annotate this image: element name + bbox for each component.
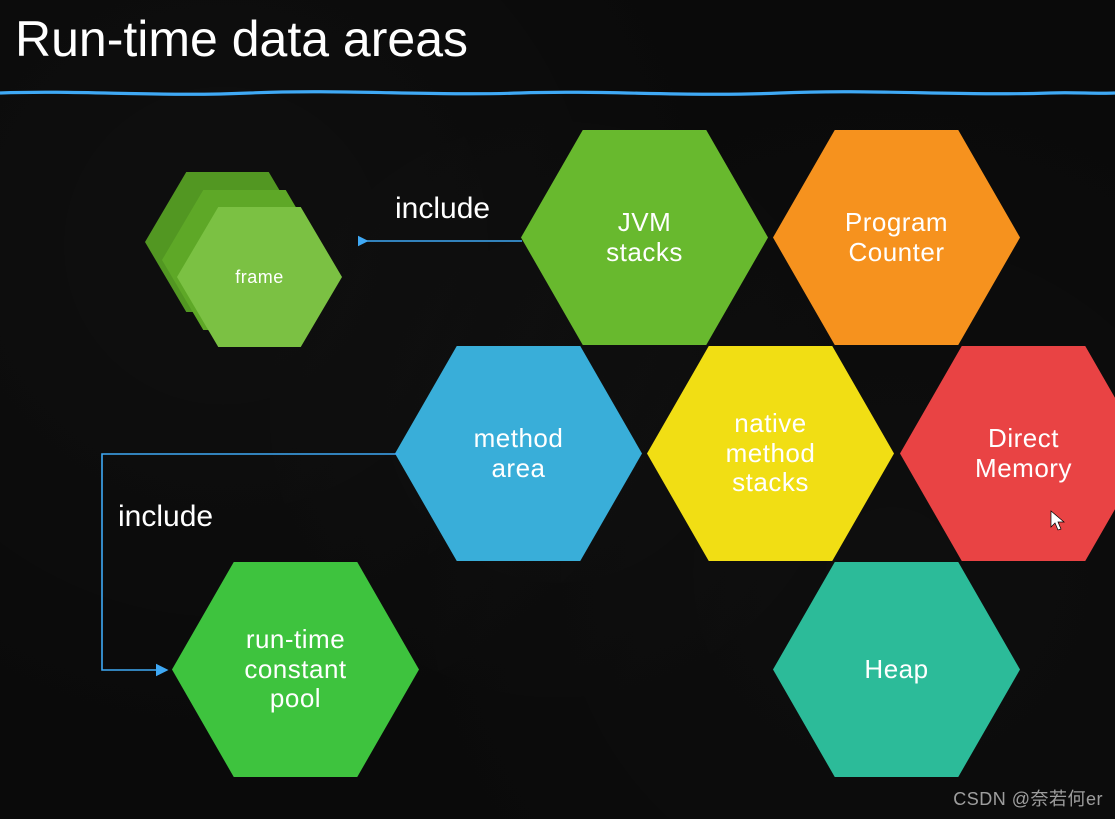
hex-native-method-stacks-label: native method stacks [698, 409, 844, 499]
hex-direct-memory-label: Direct Memory [947, 424, 1100, 484]
diagram-stage: frame JVM stacks Program Counter method … [0, 0, 1115, 819]
hex-program-counter: Program Counter [773, 130, 1020, 345]
hex-direct-memory: Direct Memory [900, 346, 1115, 561]
hex-method-area: method area [395, 346, 642, 561]
watermark: CSDN @奈若何er [953, 785, 1103, 811]
arrow-method-area-to-pool [96, 448, 406, 680]
hex-jvm-stacks-label: JVM stacks [578, 208, 711, 268]
arrow-jvm-to-frame [358, 234, 522, 248]
hex-jvm-stacks: JVM stacks [521, 130, 768, 345]
hex-program-counter-label: Program Counter [817, 208, 976, 268]
hex-frame-label: frame [207, 267, 312, 288]
hex-heap: Heap [773, 562, 1020, 777]
hex-heap-label: Heap [836, 655, 956, 685]
hex-method-area-label: method area [446, 424, 592, 484]
hex-native-method-stacks: native method stacks [647, 346, 894, 561]
include-label-left: include [118, 500, 213, 534]
include-label-top: include [395, 192, 490, 226]
